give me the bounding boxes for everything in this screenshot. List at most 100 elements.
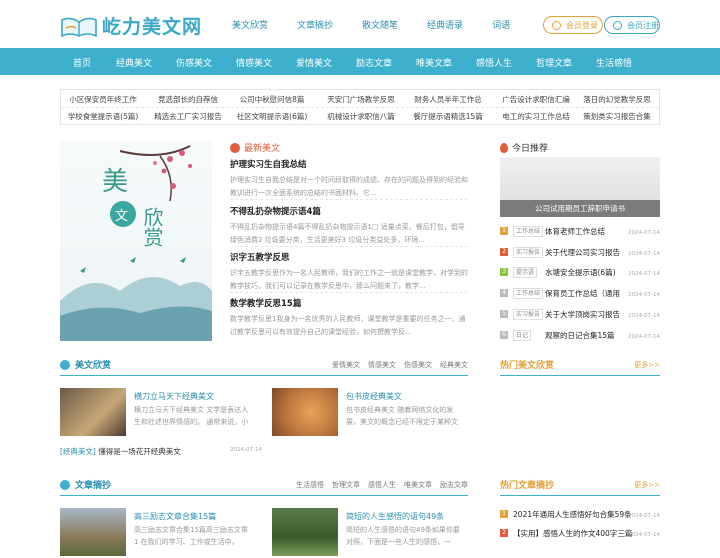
- recommend-title[interactable]: 关于代理公司实习报告: [545, 247, 620, 258]
- card-title[interactable]: 包书皮经典美文: [346, 391, 402, 402]
- mainnav-item[interactable]: 首页: [73, 56, 91, 69]
- top-header: 屹力美文网 美文欣赏 文章摘抄 散文随笔 经典语录 词语 会员登录 会员注册: [0, 0, 720, 48]
- card-image[interactable]: [60, 508, 126, 556]
- article-card[interactable]: 包书皮经典美文 包书皮经典美文 随着网络文化的发展，美文的概念已经不限定于某种文: [272, 388, 467, 438]
- recommend-title[interactable]: 保育员工作总结（通用: [545, 288, 620, 299]
- tag-link[interactable]: 电工的实习工作总结: [502, 111, 570, 122]
- recommend-title[interactable]: 体育老师工作总结: [545, 226, 605, 237]
- recommend-date: 2024-07-14: [628, 313, 660, 319]
- article-summary: 不得乱扔杂物提示语4篇不得乱扔杂物提示语1□ 适量点菜，餐后打包，倡导绿色消费2…: [230, 223, 465, 244]
- article-title[interactable]: 护理实习生自我总结: [230, 158, 468, 170]
- topnav-item[interactable]: 文章摘抄: [297, 18, 333, 31]
- mainnav-item[interactable]: 情感美文: [236, 56, 272, 69]
- topnav-item[interactable]: 散文随笔: [362, 18, 398, 31]
- article-card[interactable]: 横刀立马天下经典美文 横刀立马天下经典美文 文学是表达人生和社述世界情感的。 通…: [60, 388, 255, 438]
- section-header-zhaichao: 文章摘抄 生活感悟 哲理文章 感悟人生 唯美文章 励志文章: [60, 478, 468, 496]
- tag-link[interactable]: 学校食堂提示语(5篇): [68, 111, 139, 122]
- article-item[interactable]: 数学教学反思15篇 数学教学反思1我身为一名优秀的人民教师，课堂教学是重要的任务之…: [230, 297, 468, 339]
- tag-link[interactable]: 策划类实习报告合集: [583, 111, 651, 122]
- card-title[interactable]: 高三励志文章合集15篇: [134, 511, 216, 522]
- tag-link[interactable]: 财务人员半年工作总: [414, 94, 482, 105]
- section-link[interactable]: 爱情美文: [332, 361, 360, 369]
- section-links: 生活感悟 哲理文章 感悟人生 唯美文章 励志文章: [288, 480, 468, 490]
- card-image[interactable]: [272, 388, 338, 436]
- mainnav-item[interactable]: 唯美文章: [416, 56, 452, 69]
- tag-link[interactable]: 竞选部长的自荐信: [158, 94, 218, 105]
- tag-link[interactable]: 公司中秋慰问信8篇: [240, 94, 305, 105]
- list-item[interactable]: [经典美文] 懂得是一场花开经典美文 2024-07-14: [60, 446, 262, 457]
- article-summary: 护理实习生自我总结是对一个时间段取得的成绩、存在的问题及得到的经验和教训进行一次…: [230, 176, 468, 197]
- section-link[interactable]: 生活感悟: [296, 481, 324, 489]
- hot-item-date: 2024-07-14: [628, 513, 660, 519]
- recommend-item[interactable]: 2 实习报告 关于代理公司实习报告 2024-07-14: [500, 247, 660, 259]
- register-button[interactable]: 会员注册: [604, 16, 660, 34]
- article-item[interactable]: 不得乱扔杂物提示语4篇不得乱扔杂物提示语4篇不得乱扔杂物提示语1□ 适量点菜，餐…: [230, 205, 468, 247]
- article-item[interactable]: 识字五教学反思 识字五教学反思作为一名人民教师，我们的工作之一就是课堂教学，对学到…: [230, 251, 468, 293]
- card-title[interactable]: 横刀立马天下经典美文: [134, 391, 214, 402]
- tag-link[interactable]: 机械设计求职信八篇: [327, 111, 395, 122]
- section-link[interactable]: 感悟人生: [368, 481, 396, 489]
- hot-title[interactable]: 热门文章摘抄: [500, 478, 554, 491]
- recommend-item[interactable]: 6 日记 观察的日记合集15篇 2024-07-14: [500, 330, 660, 342]
- section-link[interactable]: 唯美文章: [404, 481, 432, 489]
- article-card[interactable]: 高三励志文章合集15篇 高三励志文章合集15篇高三励志文章1 在我们的学习、工作…: [60, 508, 255, 558]
- card-image[interactable]: [60, 388, 126, 436]
- mainnav-item[interactable]: 哲理文章: [536, 56, 572, 69]
- article-title[interactable]: 识字五教学反思: [230, 251, 468, 263]
- mainnav-item[interactable]: 励志文章: [356, 56, 392, 69]
- article-title[interactable]: 不得乱扔杂物提示语4篇: [230, 205, 468, 217]
- tag-link[interactable]: 精选去工厂实习报告: [154, 111, 222, 122]
- section-title[interactable]: 文章摘抄: [60, 478, 111, 491]
- hot-tags-box: 小区保安员年终工作 竞选部长的自荐信 公司中秋慰问信8篇 天安门广场教学反思 财…: [60, 89, 660, 125]
- section-title[interactable]: 美文欣赏: [60, 358, 111, 371]
- section-link[interactable]: 励志文章: [440, 481, 468, 489]
- mainnav-item[interactable]: 生活感悟: [596, 56, 632, 69]
- recommend-title[interactable]: 关于大学顶岗实习报告: [545, 309, 620, 320]
- recommend-heading: 今日推荐: [500, 141, 548, 154]
- section-link[interactable]: 情感美文: [368, 361, 396, 369]
- hot-item-title[interactable]: 【实用】感悟人生的作文400字三篇: [513, 528, 632, 539]
- recommend-item[interactable]: 3 提示语 水塘安全提示语(6篇) 2024-07-14: [500, 267, 660, 279]
- tag-link[interactable]: 餐厅提示语精选15篇: [413, 111, 483, 122]
- section-link[interactable]: 伤感美文: [404, 361, 432, 369]
- mainnav-item[interactable]: 伤感美文: [176, 56, 212, 69]
- mainnav-item[interactable]: 爱情美文: [296, 56, 332, 69]
- mainnav-item[interactable]: 经典美文: [116, 56, 152, 69]
- article-title[interactable]: 数学教学反思15篇: [230, 297, 468, 309]
- recommend-caption[interactable]: 公司试用期员工辞职申请书: [500, 200, 660, 217]
- tag-link[interactable]: 广告设计求职信汇编: [502, 94, 570, 105]
- mainnav-item[interactable]: 感悟人生: [476, 56, 512, 69]
- rank-badge: 3: [500, 268, 508, 276]
- article-item[interactable]: 护理实习生自我总结护理实习生自我总结是对一个时间段取得的成绩、存在的问题及得到的…: [230, 158, 468, 200]
- site-logo[interactable]: 屹力美文网: [60, 12, 202, 39]
- banner-image[interactable]: 美 文 欣赏: [60, 141, 212, 341]
- recommend-title[interactable]: 观察的日记合集15篇: [545, 330, 615, 341]
- tag-link[interactable]: 小区保安员年终工作: [69, 94, 137, 105]
- hot-list-item[interactable]: 2 【实用】感悟人生的作文400字三篇 2024-07-14: [500, 528, 660, 540]
- list-title[interactable]: 懂得是一场花开经典美文: [98, 447, 181, 456]
- latest-icon: [230, 142, 240, 153]
- hot-title[interactable]: 热门美文欣赏: [500, 358, 554, 371]
- section-link[interactable]: 哲理文章: [332, 481, 360, 489]
- recommend-item[interactable]: 5 实习报告 关于大学顶岗实习报告 2024-07-14: [500, 309, 660, 321]
- card-image[interactable]: [272, 508, 338, 556]
- hot-header-meiwen: 热门美文欣赏 更多>>: [500, 358, 660, 376]
- topnav-item[interactable]: 词语: [492, 18, 510, 31]
- tag-link[interactable]: 社区文明提示语(6篇): [237, 111, 308, 122]
- recommend-title[interactable]: 水塘安全提示语(6篇): [545, 267, 616, 278]
- recommend-item[interactable]: 1 工作总结 体育老师工作总结 2024-07-14: [500, 226, 660, 238]
- hot-list-item[interactable]: 1 2021年通用人生感悟好句合集59条 2024-07-14: [500, 509, 660, 521]
- card-title[interactable]: 简短的人生感悟的语句49条: [346, 511, 444, 522]
- tag-link[interactable]: 天安门广场教学反思: [327, 94, 395, 105]
- topnav-item[interactable]: 美文欣赏: [232, 18, 268, 31]
- section-link[interactable]: 经典美文: [440, 361, 468, 369]
- recommend-item[interactable]: 4 工作总结 保育员工作总结（通用 2024-07-14: [500, 288, 660, 300]
- article-card[interactable]: 简短的人生感悟的语句49条 简短的人生感悟的语句49条如果你要对照，下面是一些人…: [272, 508, 467, 558]
- list-tag[interactable]: [经典美文]: [60, 447, 96, 456]
- login-button[interactable]: 会员登录: [543, 16, 603, 34]
- tag-link[interactable]: 落日的幻觉教学反思: [583, 94, 651, 105]
- topnav-item[interactable]: 经典语录: [427, 18, 463, 31]
- hot-item-title[interactable]: 2021年通用人生感悟好句合集59条: [513, 509, 632, 520]
- more-link[interactable]: 更多>>: [634, 360, 660, 370]
- more-link[interactable]: 更多>>: [634, 480, 660, 490]
